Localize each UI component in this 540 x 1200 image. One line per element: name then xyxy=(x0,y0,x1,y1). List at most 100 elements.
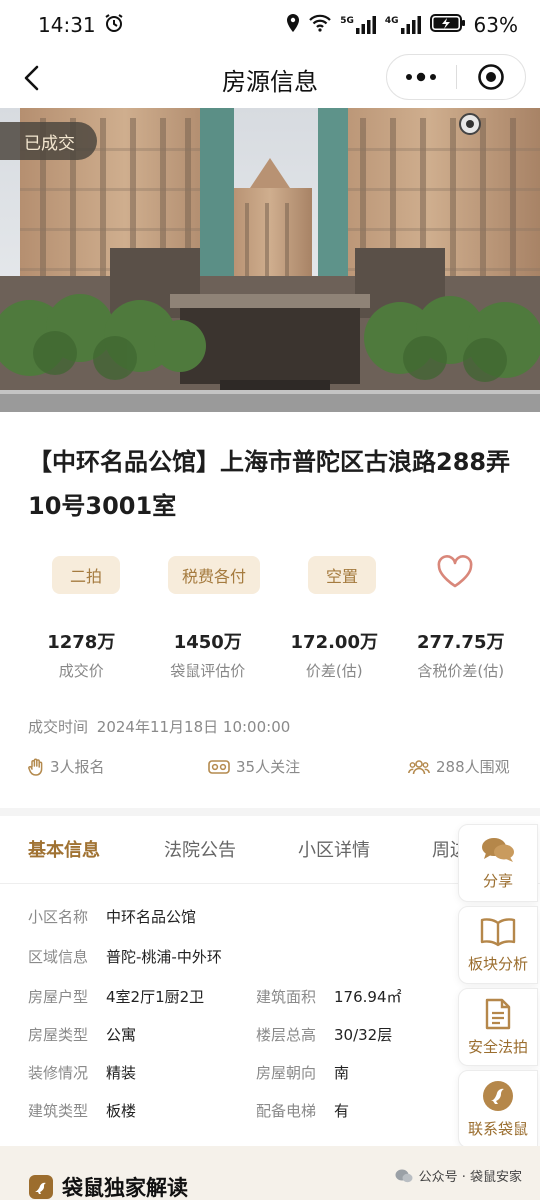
info-value: 普陀-桃浦-中外环 xyxy=(106,948,222,966)
info-facing: 房屋朝向南 xyxy=(256,1062,349,1083)
stat-value: 1278万 xyxy=(47,632,116,653)
exclusive-title-text: 袋鼠独家解读 xyxy=(62,1176,188,1200)
net-5g-label: 5G xyxy=(340,16,354,26)
share-button[interactable]: 分享 xyxy=(458,824,538,902)
tag-vacant: 空置 xyxy=(308,556,376,594)
tab-basic-info[interactable]: 基本信息 xyxy=(28,836,100,862)
watermark-text: 公众号 · 袋鼠安家 xyxy=(418,1170,522,1185)
tab-community-details[interactable]: 小区详情 xyxy=(298,836,370,862)
close-miniprogram-button[interactable] xyxy=(457,55,526,99)
info-decoration: 装修情况 精装 xyxy=(28,1062,136,1083)
battery-icon xyxy=(429,13,466,38)
vr-glasses-icon xyxy=(208,759,230,774)
info-key: 建筑面积 xyxy=(256,988,317,1006)
info-floor: 楼层总高 30/32层 xyxy=(256,1024,392,1045)
page-title: 房源信息 xyxy=(222,67,318,96)
signal-5g-icon: 5G xyxy=(340,16,377,34)
miniprogram-capsule xyxy=(386,54,526,100)
listing-title: 【中环名品公馆】上海市普陀区古浪路288弄10号3001室 xyxy=(28,448,511,520)
heart-icon xyxy=(437,555,473,588)
stat-appraisal: 1450万 袋鼠评估价 xyxy=(145,628,272,688)
info-key: 房屋类型 xyxy=(28,1026,89,1044)
sold-status-badge: 已成交 xyxy=(0,122,97,160)
kangaroo-badge-icon xyxy=(29,1175,53,1199)
stat-label: 含税价差(估) xyxy=(417,662,505,680)
info-building-type: 建筑类型 板楼 xyxy=(28,1100,136,1121)
stat-price-gap: 172.00万 价差(估) xyxy=(271,628,398,688)
stat-label: 价差(估) xyxy=(305,662,363,680)
info-key: 房屋户型 xyxy=(28,988,89,1006)
info-value: 南 xyxy=(334,1064,350,1082)
stat-value: 277.75万 xyxy=(417,632,505,653)
status-bar: 14:31 5G 4G 63% xyxy=(0,0,540,50)
metric-signups: 3人报名 xyxy=(28,756,105,777)
chat-bubbles-icon xyxy=(482,837,514,862)
people-group-icon xyxy=(408,759,430,774)
price-stats: 1278万 成交价 1450万 袋鼠评估价 172.00万 价差(估) 277.… xyxy=(18,628,524,688)
property-photo[interactable]: 已成交 xyxy=(0,108,540,412)
info-value: 公寓 xyxy=(106,1026,137,1044)
contact-label: 联系袋鼠 xyxy=(467,1119,528,1138)
net-4g-label: 4G xyxy=(384,16,399,26)
document-icon xyxy=(485,998,511,1029)
open-book-icon xyxy=(480,917,516,946)
exclusive-interpretation-title: 袋鼠独家解读 xyxy=(28,1172,188,1200)
favorite-button[interactable] xyxy=(436,554,474,590)
deal-time-label: 成交时间 xyxy=(28,718,89,736)
info-elevator: 配备电梯有 xyxy=(256,1100,349,1121)
info-value: 板楼 xyxy=(106,1102,137,1120)
section-divider xyxy=(0,808,540,816)
area-analysis-button[interactable]: 板块分析 xyxy=(458,906,538,984)
safe-auction-label: 安全法拍 xyxy=(467,1037,528,1056)
tab-court-notice[interactable]: 法院公告 xyxy=(164,836,236,862)
deal-time-value: 2024年11月18日 10:00:00 xyxy=(96,718,291,736)
tag-list: 二拍 税费各付 空置 xyxy=(52,556,492,594)
info-value: 中环名品公馆 xyxy=(106,908,197,926)
share-label: 分享 xyxy=(482,871,513,890)
info-key: 区域信息 xyxy=(28,948,89,966)
engagement-metrics: 3人报名 35人关注 288人围观 xyxy=(28,756,518,780)
nav-bar: 房源信息 xyxy=(0,50,540,108)
area-analysis-label: 板块分析 xyxy=(467,954,528,973)
back-arrow-icon xyxy=(24,65,39,91)
info-area: 建筑面积 176.94㎡ xyxy=(256,986,402,1007)
info-key: 房屋朝向 xyxy=(256,1064,317,1082)
info-value: 4室2厅1厨2卫 xyxy=(106,988,205,1006)
info-type: 房屋类型 公寓 xyxy=(28,1024,136,1045)
stat-value: 172.00万 xyxy=(290,632,378,653)
stat-label: 成交价 xyxy=(58,662,104,680)
info-value: 有 xyxy=(334,1102,350,1120)
contact-button[interactable]: 联系袋鼠 xyxy=(458,1070,538,1148)
metric-signups-text: 3人报名 xyxy=(50,758,105,776)
watermark: 公众号 · 袋鼠安家 xyxy=(395,1166,522,1185)
stat-price-gap-with-tax: 277.75万 含税价差(估) xyxy=(398,628,525,688)
metric-watchers-text: 288人围观 xyxy=(436,758,510,776)
info-key: 配备电梯 xyxy=(256,1102,317,1120)
page: 14:31 5G 4G 63% 房源信息 已成交 【中环名品公馆】上海市普陀区古… xyxy=(0,0,540,1200)
safe-auction-button[interactable]: 安全法拍 xyxy=(458,988,538,1066)
info-key: 建筑类型 xyxy=(28,1102,89,1120)
kangaroo-logo-icon xyxy=(483,1080,513,1111)
tag-tax-split: 税费各付 xyxy=(168,556,260,594)
metric-watchers: 288人围观 xyxy=(408,756,510,777)
stat-label: 袋鼠评估价 xyxy=(170,662,246,680)
info-key: 小区名称 xyxy=(28,908,89,926)
stat-value: 1450万 xyxy=(173,632,242,653)
status-time: 14:31 xyxy=(38,13,96,37)
battery-level: 63% xyxy=(473,13,518,37)
target-icon xyxy=(477,64,504,90)
info-key: 装修情况 xyxy=(28,1064,89,1082)
deal-time: 成交时间 2024年11月18日 10:00:00 xyxy=(28,716,294,737)
signal-4g-icon: 4G xyxy=(385,16,422,34)
location-icon xyxy=(286,13,300,38)
back-button[interactable] xyxy=(14,60,50,96)
info-value: 30/32层 xyxy=(334,1026,393,1044)
more-dots-icon xyxy=(406,72,437,82)
alarm-icon xyxy=(104,13,124,38)
tag-auction-round: 二拍 xyxy=(52,556,120,594)
info-layout: 房屋户型 4室2厅1厨2卫 xyxy=(28,986,204,1007)
metric-follows-text: 35人关注 xyxy=(236,758,301,776)
more-button[interactable] xyxy=(387,55,456,99)
stat-deal-price: 1278万 成交价 xyxy=(18,628,145,688)
info-key: 楼层总高 xyxy=(256,1026,317,1044)
